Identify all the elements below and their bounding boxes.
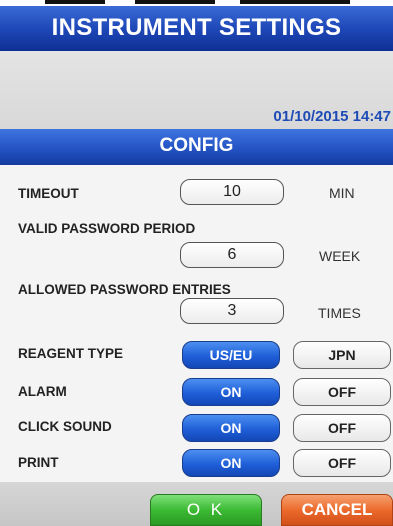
click-sound-off-button[interactable]: OFF <box>293 414 391 442</box>
password-entries-field[interactable]: 3 <box>180 298 284 324</box>
footer-bar: O K CANCEL <box>0 482 393 526</box>
section-title: CONFIG <box>159 135 234 156</box>
ok-button[interactable]: O K <box>150 494 262 526</box>
password-period-field[interactable]: 6 <box>180 242 284 268</box>
reagent-type-label: REAGENT TYPE <box>18 346 124 361</box>
page-title: INSTRUMENT SETTINGS <box>51 14 342 41</box>
password-entries-label: ALLOWED PASSWORD ENTRIES <box>18 282 231 297</box>
cancel-button[interactable]: CANCEL <box>281 494 393 526</box>
click-sound-on-button[interactable]: ON <box>182 414 280 442</box>
timeout-field[interactable]: 10 <box>180 179 284 205</box>
print-off-button[interactable]: OFF <box>293 449 391 477</box>
alarm-off-button[interactable]: OFF <box>293 378 391 406</box>
click-sound-label: CLICK SOUND <box>18 419 112 434</box>
top-edge-segment <box>240 0 350 4</box>
title-bar: INSTRUMENT SETTINGS <box>0 6 393 51</box>
alarm-on-button[interactable]: ON <box>182 378 280 406</box>
reagent-us-eu-button[interactable]: US/EU <box>182 341 280 369</box>
password-entries-unit: TIMES <box>318 305 361 321</box>
section-header: CONFIG <box>0 129 393 165</box>
top-edge-segment <box>135 0 215 4</box>
config-panel: TIMEOUT 10 MIN VALID PASSWORD PERIOD 6 W… <box>0 165 393 482</box>
print-label: PRINT <box>18 455 59 470</box>
password-period-label: VALID PASSWORD PERIOD <box>18 221 196 236</box>
timeout-unit: MIN <box>329 185 355 201</box>
datetime-display: 01/10/2015 14:47 <box>273 108 391 125</box>
print-on-button[interactable]: ON <box>182 449 280 477</box>
reagent-jpn-button[interactable]: JPN <box>293 341 391 369</box>
password-period-unit: WEEK <box>319 248 361 264</box>
status-area: 01/10/2015 14:47 <box>0 51 393 129</box>
timeout-label: TIMEOUT <box>18 186 79 201</box>
alarm-label: ALARM <box>18 384 67 399</box>
top-edge-segment <box>45 0 105 4</box>
